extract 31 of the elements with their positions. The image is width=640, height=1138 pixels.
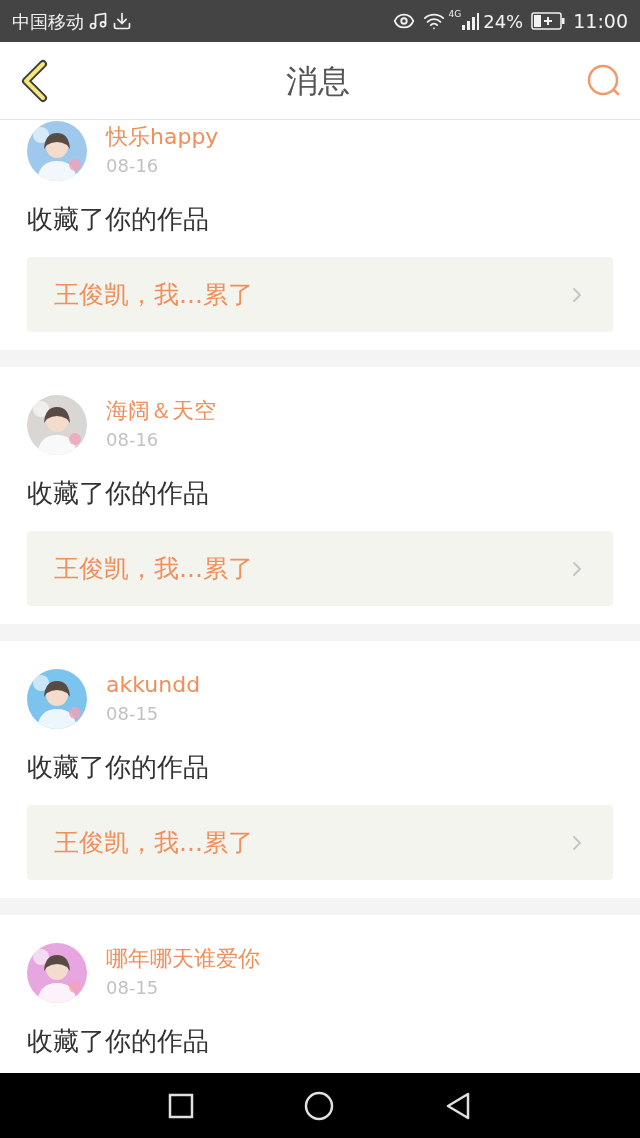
circle-icon — [304, 1090, 334, 1121]
work-link[interactable]: 王俊凯，我...累了 — [27, 531, 613, 606]
message-action: 收藏了你的作品 — [27, 477, 210, 510]
clock: 11:00 — [573, 8, 628, 34]
message-date: 08-16 — [106, 154, 160, 178]
message-action: 收藏了你的作品 — [27, 1025, 210, 1058]
message-action: 收藏了你的作品 — [27, 203, 210, 236]
message-date: 08-16 — [106, 428, 160, 452]
user-name[interactable]: 海阔＆天空 — [106, 396, 216, 426]
carrier-name: 中国移动 — [12, 9, 84, 34]
recent-apps-button[interactable] — [168, 1092, 194, 1119]
music-note-icon — [88, 11, 108, 31]
download-icon — [112, 11, 132, 31]
user-name[interactable]: akkundd — [106, 670, 201, 700]
message-action: 收藏了你的作品 — [27, 751, 210, 784]
triangle-back-icon — [444, 1090, 472, 1121]
message-date: 08-15 — [106, 702, 160, 726]
square-icon — [168, 1092, 194, 1119]
network-type: 4G — [448, 8, 462, 21]
back-nav-button[interactable] — [444, 1090, 472, 1121]
work-link[interactable]: 王俊凯，我...累了 — [27, 257, 613, 332]
home-button[interactable] — [304, 1090, 334, 1121]
back-chevron-icon — [19, 58, 49, 103]
user-name[interactable]: 快乐happy — [106, 122, 219, 152]
battery-percent: 24% — [483, 9, 524, 34]
user-name[interactable]: 哪年哪天谁爱你 — [106, 944, 260, 974]
signal-icon — [461, 12, 480, 30]
work-link[interactable]: 王俊凯，我...累了 — [27, 805, 613, 880]
page-title: 消息 — [286, 60, 350, 102]
battery-charging-icon — [531, 12, 566, 30]
message-date: 08-15 — [106, 976, 160, 1000]
